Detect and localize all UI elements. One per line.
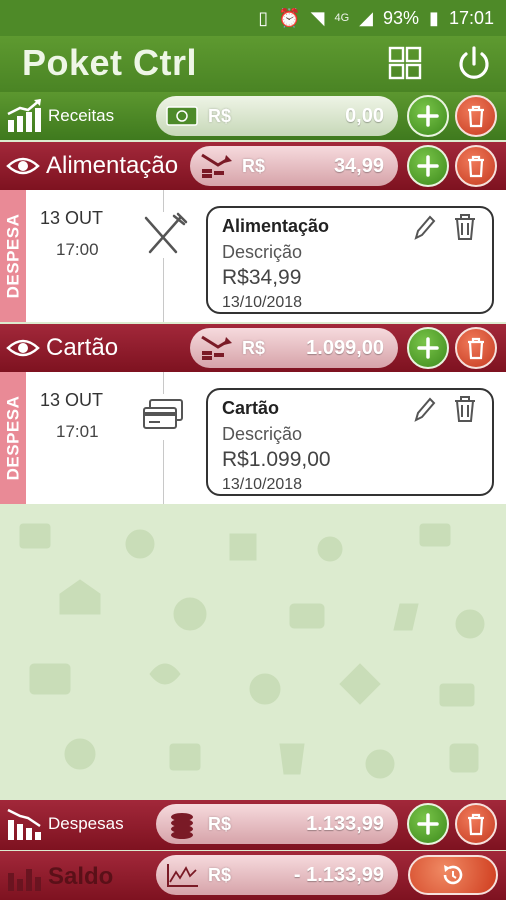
entry-title: Cartão bbox=[222, 398, 280, 418]
trash-icon[interactable] bbox=[452, 394, 478, 424]
entry-full-date: 13/10/2018 bbox=[222, 294, 303, 311]
category-value: 1.099,00 bbox=[306, 336, 384, 359]
shopping-pattern-background bbox=[19, 523, 485, 779]
despesas-value: 1.133,99 bbox=[306, 812, 384, 835]
entry-date: 13 OUT bbox=[40, 390, 104, 410]
wifi-icon: ◥ bbox=[310, 7, 325, 28]
trash-icon bbox=[468, 337, 484, 360]
receitas-total-pill[interactable]: R$ 0,00 bbox=[156, 96, 398, 136]
saldo-total-pill[interactable]: R$ - 1.133,99 bbox=[156, 855, 398, 895]
category-row-alimentacao[interactable]: Alimentação R$ 34,99 bbox=[0, 142, 506, 190]
coins-stack-icon bbox=[171, 813, 193, 839]
delete-despesa-button[interactable] bbox=[455, 803, 497, 845]
saldo-value: - 1.133,99 bbox=[293, 863, 384, 886]
saldo-currency: R$ bbox=[208, 864, 232, 885]
despesas-currency: R$ bbox=[208, 813, 232, 834]
trash-icon bbox=[468, 813, 484, 836]
app-header: Poket Ctrl bbox=[0, 36, 506, 92]
category-currency: R$ bbox=[242, 155, 266, 176]
clock: 17:01 bbox=[448, 7, 494, 28]
receitas-label: Receitas bbox=[48, 106, 115, 125]
receitas-currency: R$ bbox=[208, 105, 232, 126]
plus-icon bbox=[417, 105, 439, 127]
category-label: Alimentação bbox=[46, 152, 179, 179]
entry-amount: R$34,99 bbox=[222, 266, 302, 289]
eye-icon[interactable] bbox=[6, 336, 40, 360]
eye-icon[interactable] bbox=[6, 154, 40, 178]
add-receita-button[interactable] bbox=[407, 95, 449, 137]
receitas-value: 0,00 bbox=[345, 104, 384, 127]
money-bills-icon bbox=[166, 106, 198, 126]
refresh-icon bbox=[443, 865, 463, 885]
expense-coins-icon bbox=[201, 153, 232, 178]
delete-category-button[interactable] bbox=[455, 145, 497, 187]
signal-icon: ◢ bbox=[359, 7, 374, 28]
add-despesa-button[interactable] bbox=[407, 803, 449, 845]
entry-full-date: 13/10/2018 bbox=[222, 476, 303, 493]
add-expense-button[interactable] bbox=[407, 145, 449, 187]
pencil-icon[interactable] bbox=[412, 396, 436, 424]
expense-entry[interactable]: DESPESA 13 OUT 17:00 Alimentação Descriç… bbox=[0, 190, 506, 322]
battery-icon: ▮ bbox=[429, 7, 439, 28]
category-row-cartao[interactable]: Cartão R$ 1.099,00 bbox=[0, 324, 506, 372]
trash-icon[interactable] bbox=[452, 212, 478, 242]
saldo-row: Saldo R$ - 1.133,99 bbox=[0, 851, 506, 900]
category-label: Cartão bbox=[46, 334, 119, 361]
status-bar: ▯ ⏰ ◥ 4G ◢ 93% ▮ 17:01 bbox=[0, 0, 506, 36]
receitas-row: Receitas R$ 0,00 bbox=[0, 92, 506, 140]
cutlery-icon bbox=[138, 212, 188, 258]
battery-percent: 93% bbox=[383, 7, 420, 28]
trash-icon bbox=[468, 155, 484, 178]
pencil-icon[interactable] bbox=[412, 214, 436, 242]
despesas-row: Despesas R$ 1.133,99 bbox=[0, 800, 506, 850]
plus-icon bbox=[417, 155, 439, 177]
category-total-pill[interactable]: R$ 34,99 bbox=[190, 146, 398, 186]
entry-description: Descrição bbox=[222, 242, 303, 262]
reset-button[interactable] bbox=[408, 855, 498, 895]
entry-time: 17:00 bbox=[56, 240, 99, 259]
saldo-label: Saldo bbox=[48, 863, 114, 890]
alarm-icon: ⏰ bbox=[278, 7, 301, 28]
entry-time: 17:01 bbox=[56, 422, 99, 441]
balance-chart-icon bbox=[8, 869, 41, 891]
entry-date: 13 OUT bbox=[40, 208, 104, 228]
line-chart-icon bbox=[167, 864, 198, 887]
delete-category-button[interactable] bbox=[455, 327, 497, 369]
category-currency: R$ bbox=[242, 337, 266, 358]
despesas-label: Despesas bbox=[48, 814, 124, 833]
grid-menu-icon[interactable] bbox=[386, 44, 426, 84]
app-title: Poket Ctrl bbox=[22, 42, 198, 83]
plus-icon bbox=[417, 337, 439, 359]
entry-card[interactable]: Alimentação Descrição R$34,99 13/10/2018 bbox=[206, 206, 494, 314]
expense-coins-icon bbox=[201, 335, 232, 360]
power-icon[interactable] bbox=[454, 44, 494, 84]
entry-type-tag: DESPESA bbox=[0, 190, 26, 322]
income-chart-icon bbox=[7, 99, 41, 132]
add-expense-button[interactable] bbox=[407, 327, 449, 369]
entry-title: Alimentação bbox=[222, 216, 330, 236]
expense-chart-icon bbox=[7, 808, 41, 840]
delete-receita-button[interactable] bbox=[455, 95, 497, 137]
category-value: 34,99 bbox=[333, 154, 384, 177]
entry-type-tag: DESPESA bbox=[0, 372, 26, 504]
vibrate-icon: ▯ bbox=[258, 7, 269, 28]
trash-icon bbox=[468, 105, 484, 128]
entry-amount: R$1.099,00 bbox=[222, 448, 331, 471]
credit-card-icon bbox=[138, 394, 188, 440]
despesas-total-pill[interactable]: R$ 1.133,99 bbox=[156, 804, 398, 844]
category-total-pill[interactable]: R$ 1.099,00 bbox=[190, 328, 398, 368]
entry-card[interactable]: Cartão Descrição R$1.099,00 13/10/2018 bbox=[206, 388, 494, 496]
expense-entry[interactable]: DESPESA 13 OUT 17:01 Cartão Descrição R$… bbox=[0, 372, 506, 504]
entry-description: Descrição bbox=[222, 424, 303, 444]
network-type: 4G bbox=[334, 12, 350, 24]
plus-icon bbox=[417, 813, 439, 835]
